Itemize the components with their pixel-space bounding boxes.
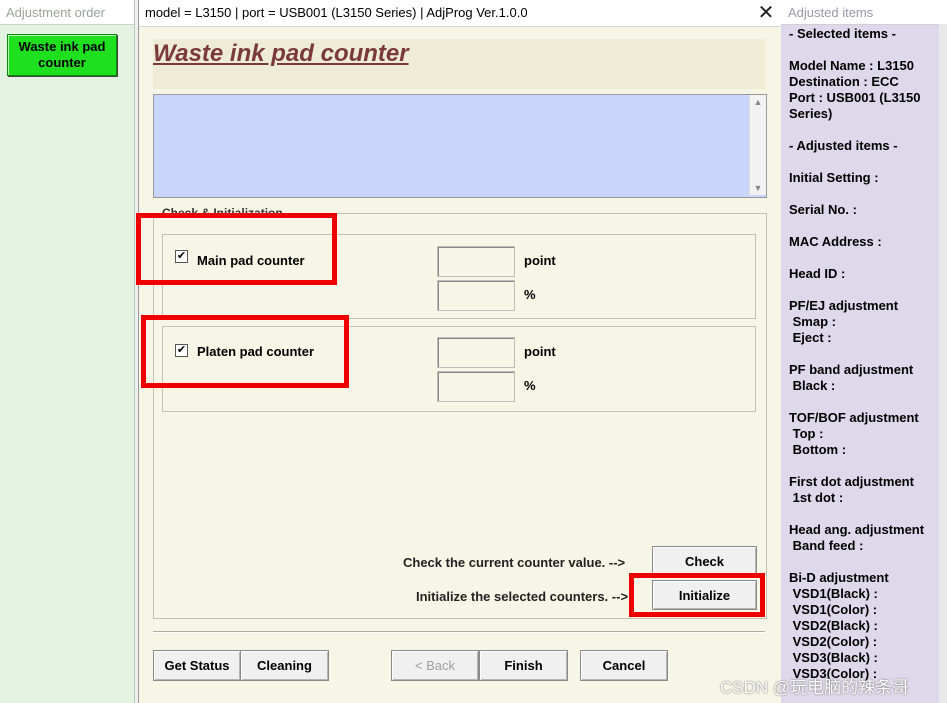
main-pad-percent-unit: % bbox=[524, 287, 536, 302]
adjusted-item-line: VSD1(Color) : bbox=[789, 602, 878, 617]
adjusted-item-line: 1st dot : bbox=[789, 490, 844, 505]
adjusted-item-line: VSD2(Color) : bbox=[789, 634, 878, 649]
adjusted-item-line bbox=[789, 154, 939, 170]
adjusted-item-line: Port : USB001 (L3150 bbox=[789, 90, 921, 105]
adjusted-item-line: Destination : ECC bbox=[789, 74, 899, 89]
back-button[interactable]: < Back bbox=[391, 650, 479, 681]
adjusted-item-line: Top : bbox=[789, 426, 824, 441]
adjusted-item-line: PF/EJ adjustment bbox=[789, 298, 899, 313]
adjusted-item-line: Bottom : bbox=[789, 442, 847, 457]
adjusted-item-line bbox=[789, 282, 939, 298]
adjusted-item-line: - Adjusted items - bbox=[789, 138, 898, 153]
adjusted-item-line: Initial Setting : bbox=[789, 170, 879, 185]
adjusted-item-line bbox=[789, 122, 939, 138]
adjusted-item-line: Serial No. : bbox=[789, 202, 857, 217]
initialize-prompt: Initialize the selected counters. --> bbox=[416, 589, 629, 604]
adjusted-item-line bbox=[789, 346, 939, 362]
adjusted-items-list: - Selected items - Model Name : L3150 Dest… bbox=[789, 26, 939, 682]
adjusted-item-line: Bi-D adjustment bbox=[789, 570, 889, 585]
adjusted-item-line: VSD1(Black) : bbox=[789, 586, 878, 601]
check-prompt: Check the current counter value. --> bbox=[403, 555, 626, 570]
adjusted-item-line: Band feed : bbox=[789, 538, 864, 553]
page-heading: Waste ink pad counter bbox=[153, 40, 409, 67]
waste-ink-pad-counter-item[interactable]: Waste ink pad counter bbox=[7, 34, 117, 76]
main-pad-percent-field bbox=[437, 280, 515, 311]
adjusted-item-line: Smap : bbox=[789, 314, 836, 329]
adjusted-item-line: MAC Address : bbox=[789, 234, 882, 249]
adjusted-item-line: Black : bbox=[789, 378, 836, 393]
adjusted-item-line: Eject : bbox=[789, 330, 832, 345]
get-status-button[interactable]: Get Status bbox=[153, 650, 241, 681]
platen-pad-percent-unit: % bbox=[524, 378, 536, 393]
main-pad-highlight bbox=[136, 213, 337, 285]
watermark-text: CSDN @玩电脑的辣条哥 bbox=[720, 678, 910, 697]
adjusted-item-line bbox=[789, 554, 939, 570]
adjusted-item-line bbox=[789, 42, 939, 58]
adjusted-items-panel: Adjusted items - Selected items - Model N… bbox=[781, 0, 947, 703]
adjusted-item-line bbox=[789, 218, 939, 234]
adjusted-item-line bbox=[789, 506, 939, 522]
adjusted-item-line bbox=[789, 458, 939, 474]
platen-pad-point-field bbox=[437, 337, 515, 368]
footer-separator bbox=[153, 631, 765, 633]
cancel-button[interactable]: Cancel bbox=[580, 650, 668, 681]
adjusted-item-line: PF band adjustment bbox=[789, 362, 914, 377]
adjusted-items-scrollbar[interactable] bbox=[939, 24, 947, 703]
platen-pad-point-unit: point bbox=[524, 344, 556, 359]
cleaning-button[interactable]: Cleaning bbox=[240, 650, 329, 681]
main-pad-point-unit: point bbox=[524, 253, 556, 268]
main-pad-point-field bbox=[437, 246, 515, 277]
info-textbox[interactable] bbox=[153, 94, 767, 198]
adjusted-item-line bbox=[789, 394, 939, 410]
scroll-down-icon[interactable]: ▼ bbox=[750, 181, 766, 195]
adjusted-item-line: - Selected items - bbox=[789, 26, 896, 41]
adjprog-dialog: model = L3150 | port = USB001 (L3150 Ser… bbox=[136, 0, 782, 703]
adjusted-item-line: Head ID : bbox=[789, 266, 846, 281]
adjusted-item-line: TOF/BOF adjustment bbox=[789, 410, 919, 425]
adjusted-item-line: VSD2(Black) : bbox=[789, 618, 878, 633]
waste-ink-pad-counter-label: Waste ink pad counter bbox=[18, 39, 106, 70]
check-button[interactable]: Check bbox=[652, 546, 757, 576]
scroll-up-icon[interactable]: ▲ bbox=[750, 95, 766, 109]
finish-button[interactable]: Finish bbox=[479, 650, 568, 681]
adjusted-item-line: Series) bbox=[789, 106, 833, 121]
adjusted-items-title: Adjusted items bbox=[788, 5, 874, 20]
close-icon[interactable]: ✕ bbox=[755, 2, 777, 24]
adjusted-item-line: First dot adjustment bbox=[789, 474, 914, 489]
info-scrollbar[interactable]: ▲ ▼ bbox=[749, 95, 766, 195]
adjusted-item-line bbox=[789, 186, 939, 202]
adjusted-item-line: VSD3(Black) : bbox=[789, 650, 878, 665]
adjusted-item-line bbox=[789, 250, 939, 266]
initialize-highlight bbox=[629, 573, 765, 617]
platen-pad-highlight bbox=[141, 315, 349, 388]
adjusted-item-line: Model Name : L3150 bbox=[789, 58, 914, 73]
platen-pad-percent-field bbox=[437, 371, 515, 402]
dialog-title: model = L3150 | port = USB001 (L3150 Ser… bbox=[145, 5, 528, 20]
adjusted-item-line: Head ang. adjustment bbox=[789, 522, 925, 537]
adjustment-order-title: Adjustment order bbox=[6, 5, 105, 20]
adjustment-order-panel: Adjustment order Waste ink pad counter bbox=[0, 0, 135, 703]
